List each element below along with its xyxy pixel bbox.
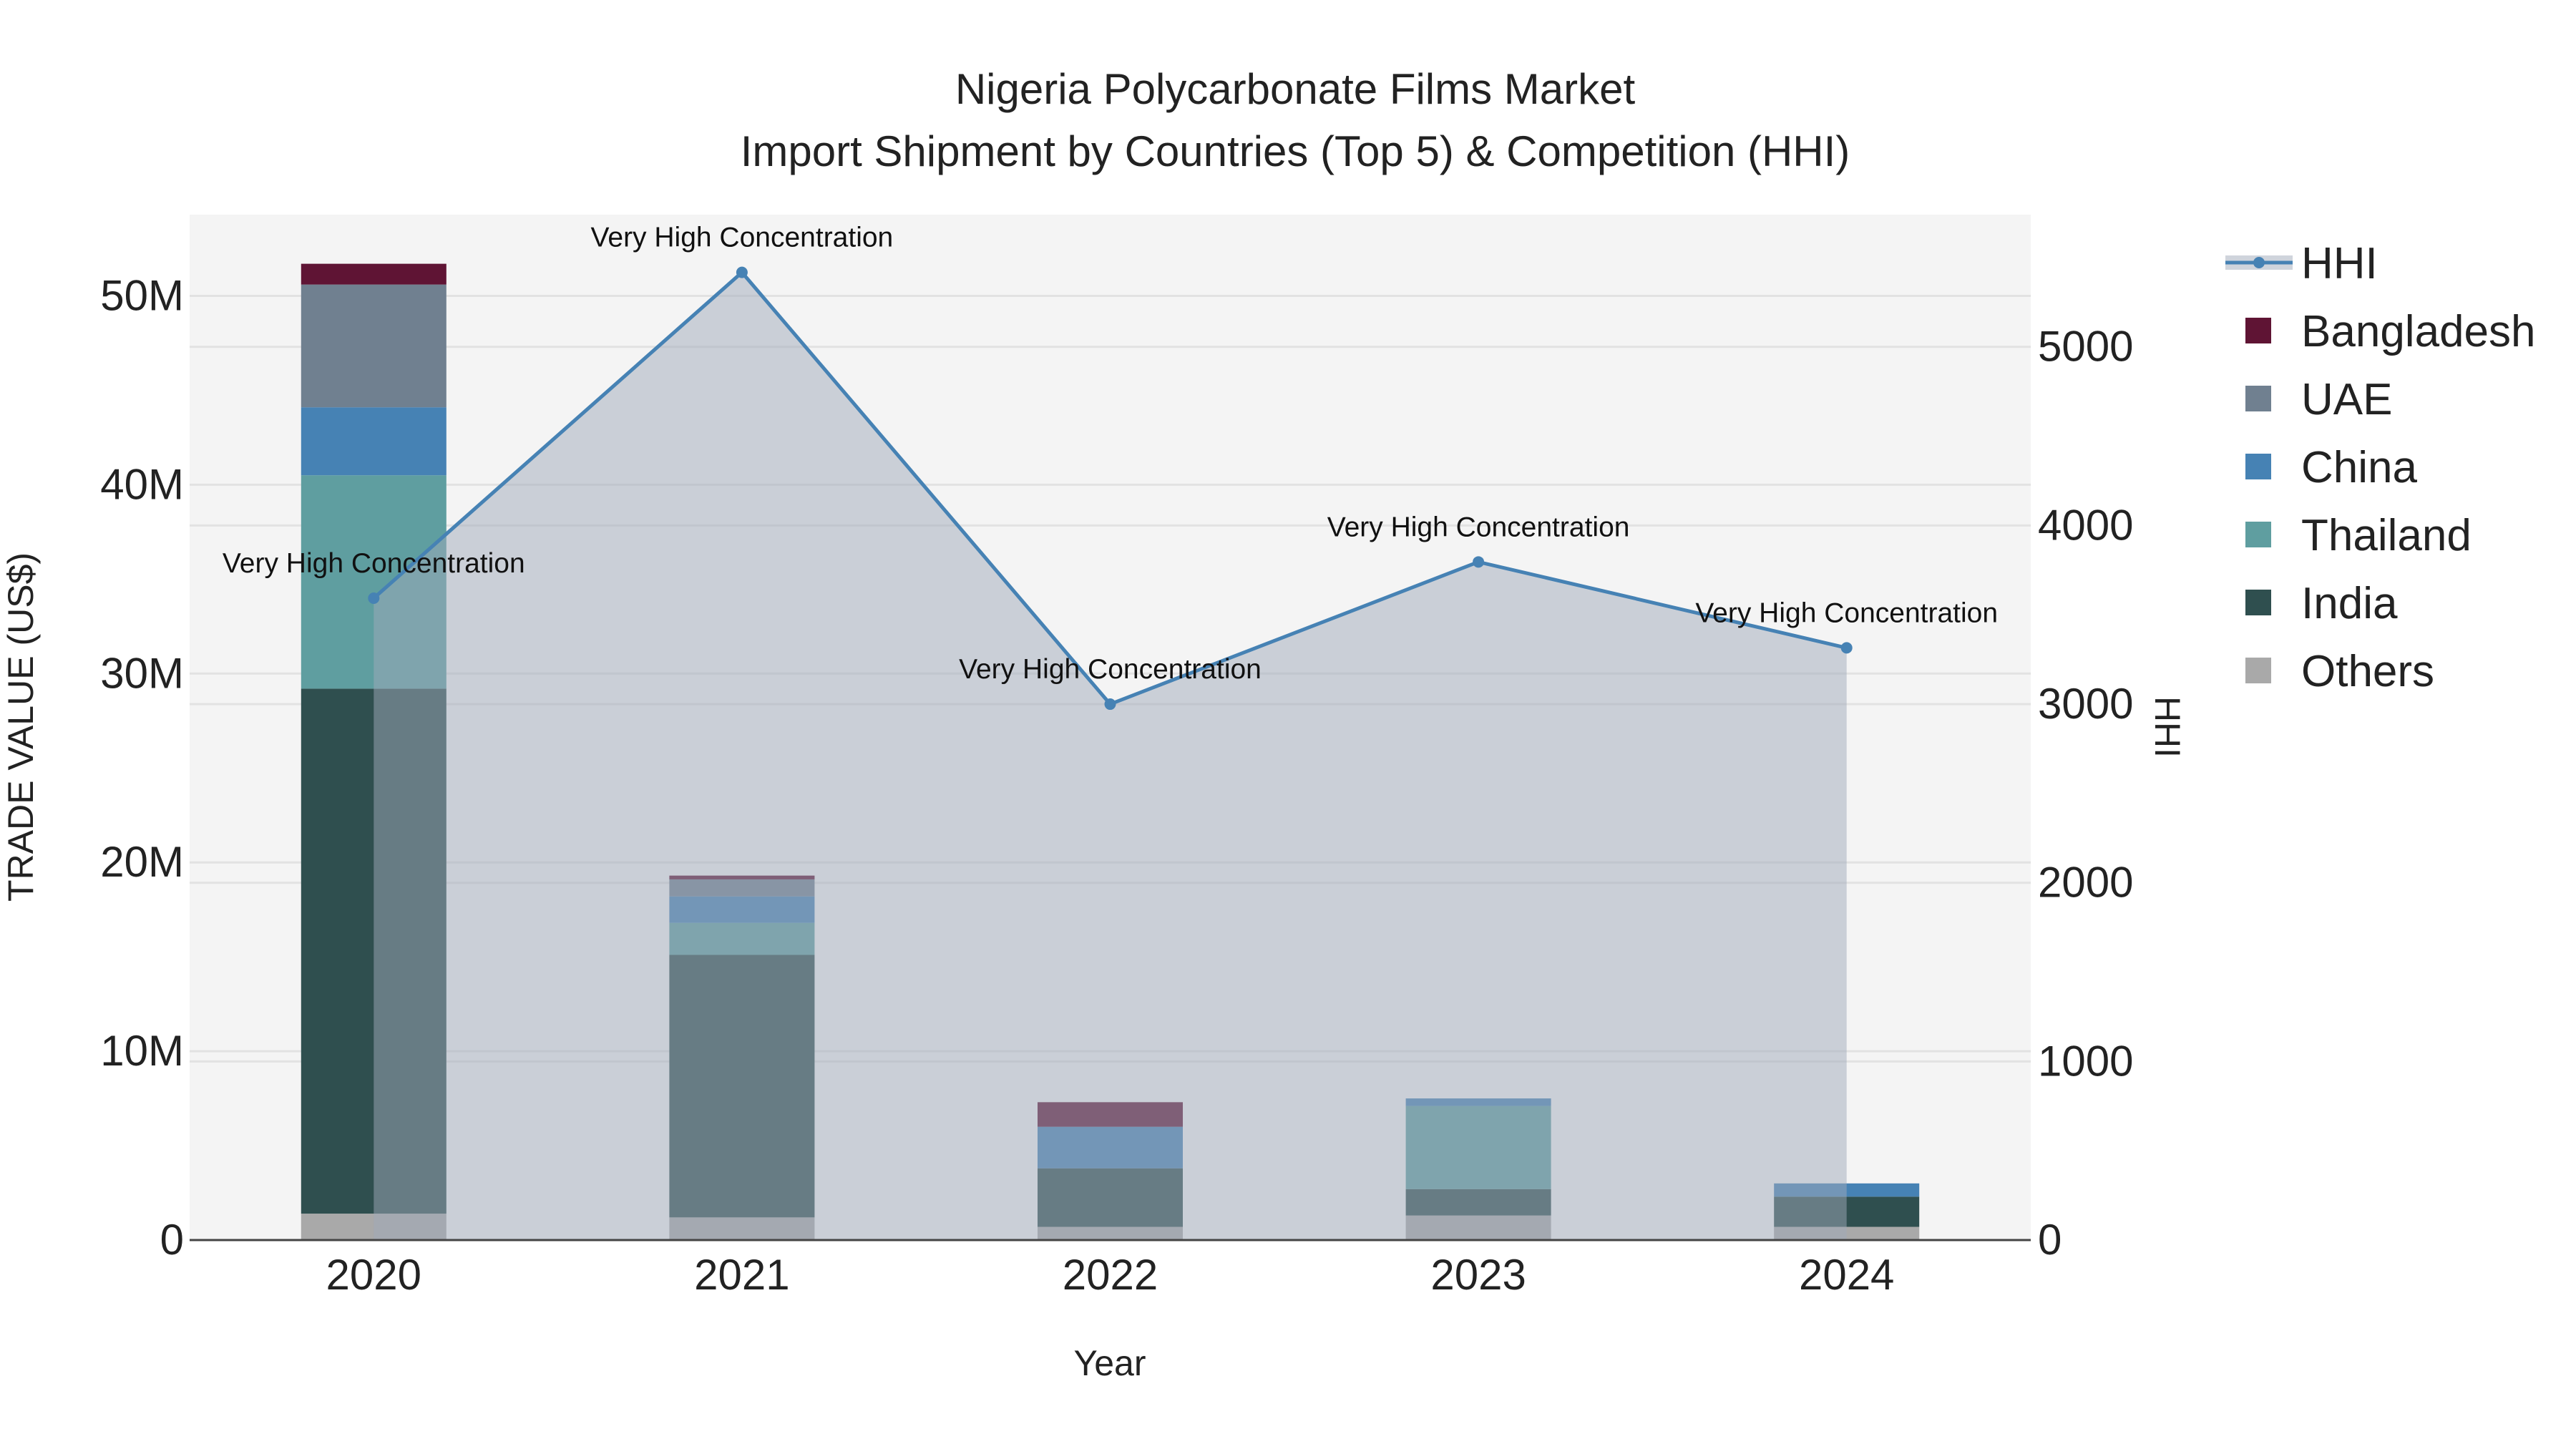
legend-label-china: China (2301, 443, 2418, 492)
x-tick-label: 2022 (1063, 1251, 1158, 1299)
legend-swatch-india (2245, 590, 2271, 615)
y2-tick-label: 1000 (2038, 1037, 2133, 1085)
hhi-point (368, 592, 380, 605)
y-tick-label: 20M (100, 838, 184, 886)
y2-axis-title: HHI (2147, 696, 2187, 758)
bar-china-2020 (301, 407, 447, 476)
legend-label-india: India (2301, 579, 2398, 628)
hhi-annotation: Very High Concentration (1695, 597, 1998, 628)
y-tick-label: 50M (100, 271, 184, 319)
chart-title: Nigeria Polycarbonate Films Market (955, 65, 1636, 113)
legend-hhi-marker (2253, 257, 2265, 268)
legend-label-hhi: HHI (2301, 239, 2378, 288)
y2-tick-label: 0 (2038, 1216, 2062, 1264)
legend-label-uae: UAE (2301, 375, 2392, 424)
legend-label-bangladesh: Bangladesh (2301, 307, 2536, 356)
legend-label-others: Others (2301, 647, 2434, 696)
x-tick-label: 2023 (1430, 1251, 1526, 1299)
bar-uae-2020 (301, 284, 447, 408)
y-tick-label: 10M (100, 1027, 184, 1075)
bar-bangladesh-2020 (301, 263, 447, 285)
y-axis-title: TRADE VALUE (US$) (1, 552, 41, 902)
legend-swatch-china (2245, 454, 2271, 479)
hhi-point (1473, 556, 1485, 568)
x-tick-label: 2021 (694, 1251, 789, 1299)
chart-subtitle: Import Shipment by Countries (Top 5) & C… (741, 127, 1850, 175)
legend-swatch-others (2245, 658, 2271, 683)
legend-label-thailand: Thailand (2301, 511, 2472, 560)
hhi-annotation: Very High Concentration (959, 654, 1262, 685)
hhi-point (1104, 698, 1116, 711)
hhi-annotation: Very High Concentration (591, 223, 894, 253)
y-tick-label: 30M (100, 649, 184, 697)
hhi-point (1840, 642, 1853, 654)
legend-swatch-bangladesh (2245, 318, 2271, 343)
y2-tick-label: 3000 (2038, 680, 2133, 728)
hhi-annotation: Very High Concentration (1327, 512, 1630, 542)
hhi-annotation: Very High Concentration (223, 548, 525, 579)
chart: Nigeria Polycarbonate Films Market Impor… (1, 65, 2536, 1383)
y-tick-label: 0 (160, 1216, 184, 1264)
hhi-point (736, 266, 748, 278)
legend-swatch-uae (2245, 386, 2271, 411)
y2-tick-label: 4000 (2038, 501, 2133, 549)
x-tick-label: 2020 (326, 1251, 421, 1299)
legend-swatch-thailand (2245, 522, 2271, 547)
y-tick-label: 40M (100, 460, 184, 508)
y2-tick-label: 2000 (2038, 859, 2133, 907)
y2-tick-label: 5000 (2038, 323, 2133, 371)
x-tick-label: 2024 (1799, 1251, 1894, 1299)
x-axis-title: Year (1073, 1343, 1146, 1383)
